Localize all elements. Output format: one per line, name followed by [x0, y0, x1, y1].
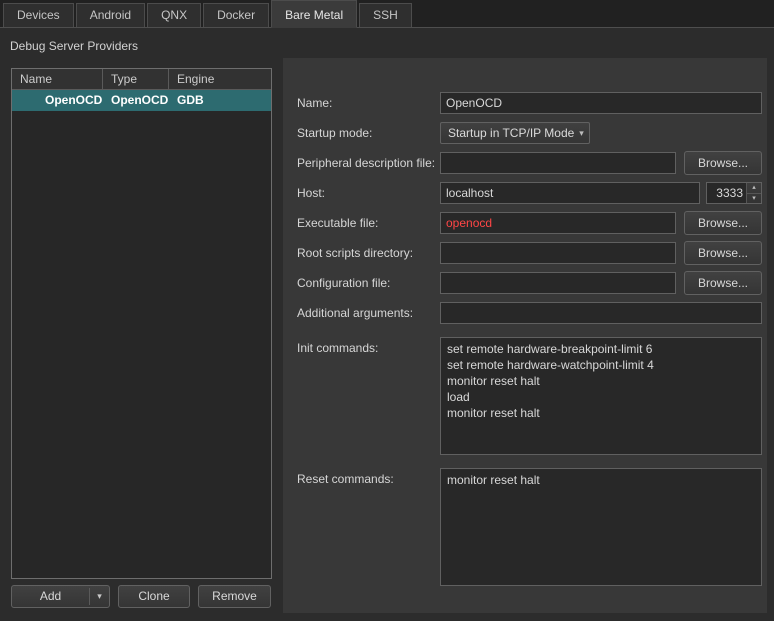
tab-devices[interactable]: Devices [3, 3, 74, 27]
startup-mode-label: Startup mode: [297, 122, 372, 144]
executable-input[interactable] [440, 212, 676, 234]
configuration-file-label: Configuration file: [297, 272, 390, 294]
host-input[interactable] [440, 182, 700, 204]
add-button-label: Add [12, 586, 89, 607]
tab-android[interactable]: Android [76, 3, 145, 27]
startup-mode-value: Startup in TCP/IP Mode [448, 126, 574, 140]
table-row[interactable]: OpenOCD OpenOCD GDB [12, 90, 271, 111]
column-header-name[interactable]: Name [12, 69, 103, 89]
spin-down-icon[interactable]: ▾ [747, 194, 761, 204]
tab-docker[interactable]: Docker [203, 3, 269, 27]
port-input[interactable] [707, 183, 746, 203]
providers-table: Name Type Engine OpenOCD OpenOCD GDB [11, 68, 272, 579]
table-header: Name Type Engine [12, 69, 271, 90]
root-scripts-input[interactable] [440, 242, 676, 264]
additional-arguments-label: Additional arguments: [297, 302, 413, 324]
remove-button[interactable]: Remove [198, 585, 271, 608]
chevron-down-icon: ▾ [579, 128, 584, 139]
peripheral-file-row: Peripheral description file: Browse... [283, 152, 767, 174]
startup-mode-row: Startup mode: Startup in TCP/IP Mode ▾ [283, 122, 767, 144]
column-header-engine[interactable]: Engine [169, 69, 271, 89]
host-row: Host: ▴ ▾ [283, 182, 767, 204]
reset-commands-label: Reset commands: [297, 468, 394, 490]
additional-arguments-row: Additional arguments: [283, 302, 767, 324]
peripheral-file-label: Peripheral description file: [297, 152, 435, 174]
peripheral-browse-button[interactable]: Browse... [684, 151, 762, 175]
port-spinner[interactable]: ▴ ▾ [706, 182, 762, 204]
init-commands-textarea[interactable]: set remote hardware-breakpoint-limit 6 s… [440, 337, 762, 455]
tab-qnx[interactable]: QNX [147, 3, 201, 27]
init-commands-label: Init commands: [297, 337, 378, 359]
name-label: Name: [297, 92, 332, 114]
additional-arguments-input[interactable] [440, 302, 762, 324]
provider-details-panel: Name: Startup mode: Startup in TCP/IP Mo… [283, 58, 767, 613]
configuration-file-input[interactable] [440, 272, 676, 294]
chevron-down-icon[interactable]: ▾ [90, 586, 109, 607]
tab-ssh[interactable]: SSH [359, 3, 412, 27]
column-header-type[interactable]: Type [103, 69, 169, 89]
tab-bare-metal[interactable]: Bare Metal [271, 0, 357, 28]
provider-type-cell: OpenOCD [103, 90, 169, 111]
root-scripts-label: Root scripts directory: [297, 242, 413, 264]
configuration-browse-button[interactable]: Browse... [684, 271, 762, 295]
configuration-file-row: Configuration file: Browse... [283, 272, 767, 294]
executable-label: Executable file: [297, 212, 378, 234]
tab-bar: Devices Android QNX Docker Bare Metal SS… [0, 0, 774, 28]
root-scripts-row: Root scripts directory: Browse... [283, 242, 767, 264]
page-title: Debug Server Providers [10, 39, 138, 53]
provider-name-cell: OpenOCD [12, 90, 103, 111]
name-row: Name: [283, 92, 767, 114]
clone-button[interactable]: Clone [118, 585, 190, 608]
spin-up-icon[interactable]: ▴ [747, 183, 761, 194]
spinner-buttons: ▴ ▾ [746, 183, 761, 203]
peripheral-file-input[interactable] [440, 152, 676, 174]
startup-mode-select[interactable]: Startup in TCP/IP Mode ▾ [440, 122, 590, 144]
provider-engine-cell: GDB [169, 90, 271, 111]
reset-commands-textarea[interactable]: monitor reset halt [440, 468, 762, 586]
root-scripts-browse-button[interactable]: Browse... [684, 241, 762, 265]
host-label: Host: [297, 182, 325, 204]
name-input[interactable] [440, 92, 762, 114]
add-button[interactable]: Add ▾ [11, 585, 110, 608]
executable-browse-button[interactable]: Browse... [684, 211, 762, 235]
executable-row: Executable file: Browse... [283, 212, 767, 234]
